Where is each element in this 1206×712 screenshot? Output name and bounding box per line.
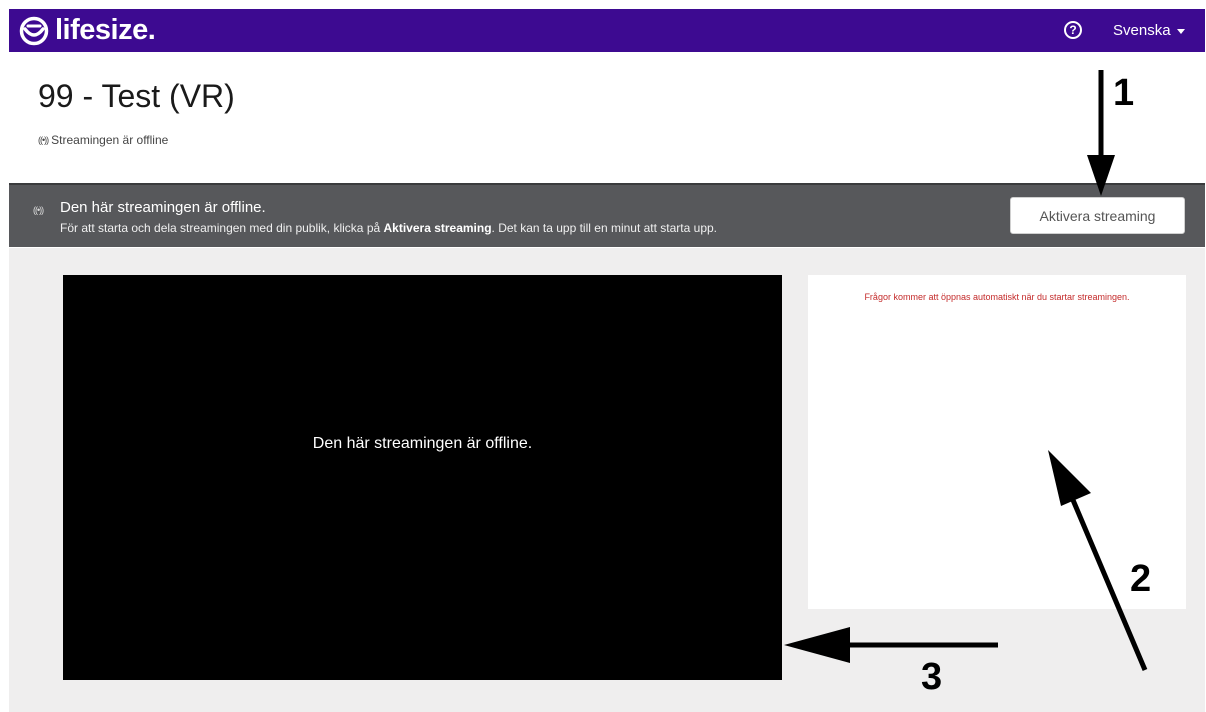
annotation-number-3: 3: [921, 656, 943, 698]
brand-name: lifesize: [55, 14, 148, 46]
annotation-number-1: 1: [1113, 72, 1135, 114]
banner-desc-prefix: För att starta och dela streamingen med …: [60, 221, 384, 235]
top-navigation-bar: lifesize. ? Svenska: [9, 9, 1205, 52]
broadcast-icon: ((•)): [33, 205, 44, 215]
annotation-arrow-1: [1087, 70, 1115, 196]
banner-desc-bold: Aktivera streaming: [383, 221, 492, 235]
caret-down-icon: [1176, 29, 1185, 34]
activate-streaming-button[interactable]: Aktivera streaming: [1010, 197, 1185, 234]
help-icon[interactable]: ?: [1064, 21, 1082, 39]
stream-status-text: Streamingen är offline: [51, 133, 169, 147]
language-label: Svenska: [1113, 22, 1171, 39]
language-selector[interactable]: Svenska: [1113, 22, 1185, 39]
stream-status: ((•)) Streamingen är offline: [38, 133, 168, 147]
broadcast-icon: ((•)): [38, 135, 49, 145]
banner-description: För att starta och dela streamingen med …: [60, 221, 717, 235]
page-title: 99 - Test (VR): [38, 78, 235, 114]
offline-banner: ((•)) Den här streamingen är offline. Fö…: [9, 183, 1205, 247]
video-player[interactable]: Den här streamingen är offline.: [63, 275, 782, 680]
brand-dot: .: [147, 14, 156, 46]
lifesize-logo-icon: [19, 16, 49, 45]
lifesize-logo[interactable]: lifesize.: [19, 16, 156, 46]
banner-desc-suffix: . Det kan ta upp till en minut att start…: [491, 221, 718, 235]
banner-title: Den här streamingen är offline.: [60, 199, 266, 216]
qa-info-message: Frågor kommer att öppnas automatiskt när…: [864, 292, 1130, 302]
annotation-number-2: 2: [1130, 558, 1152, 600]
video-offline-message: Den här streamingen är offline.: [312, 434, 533, 452]
